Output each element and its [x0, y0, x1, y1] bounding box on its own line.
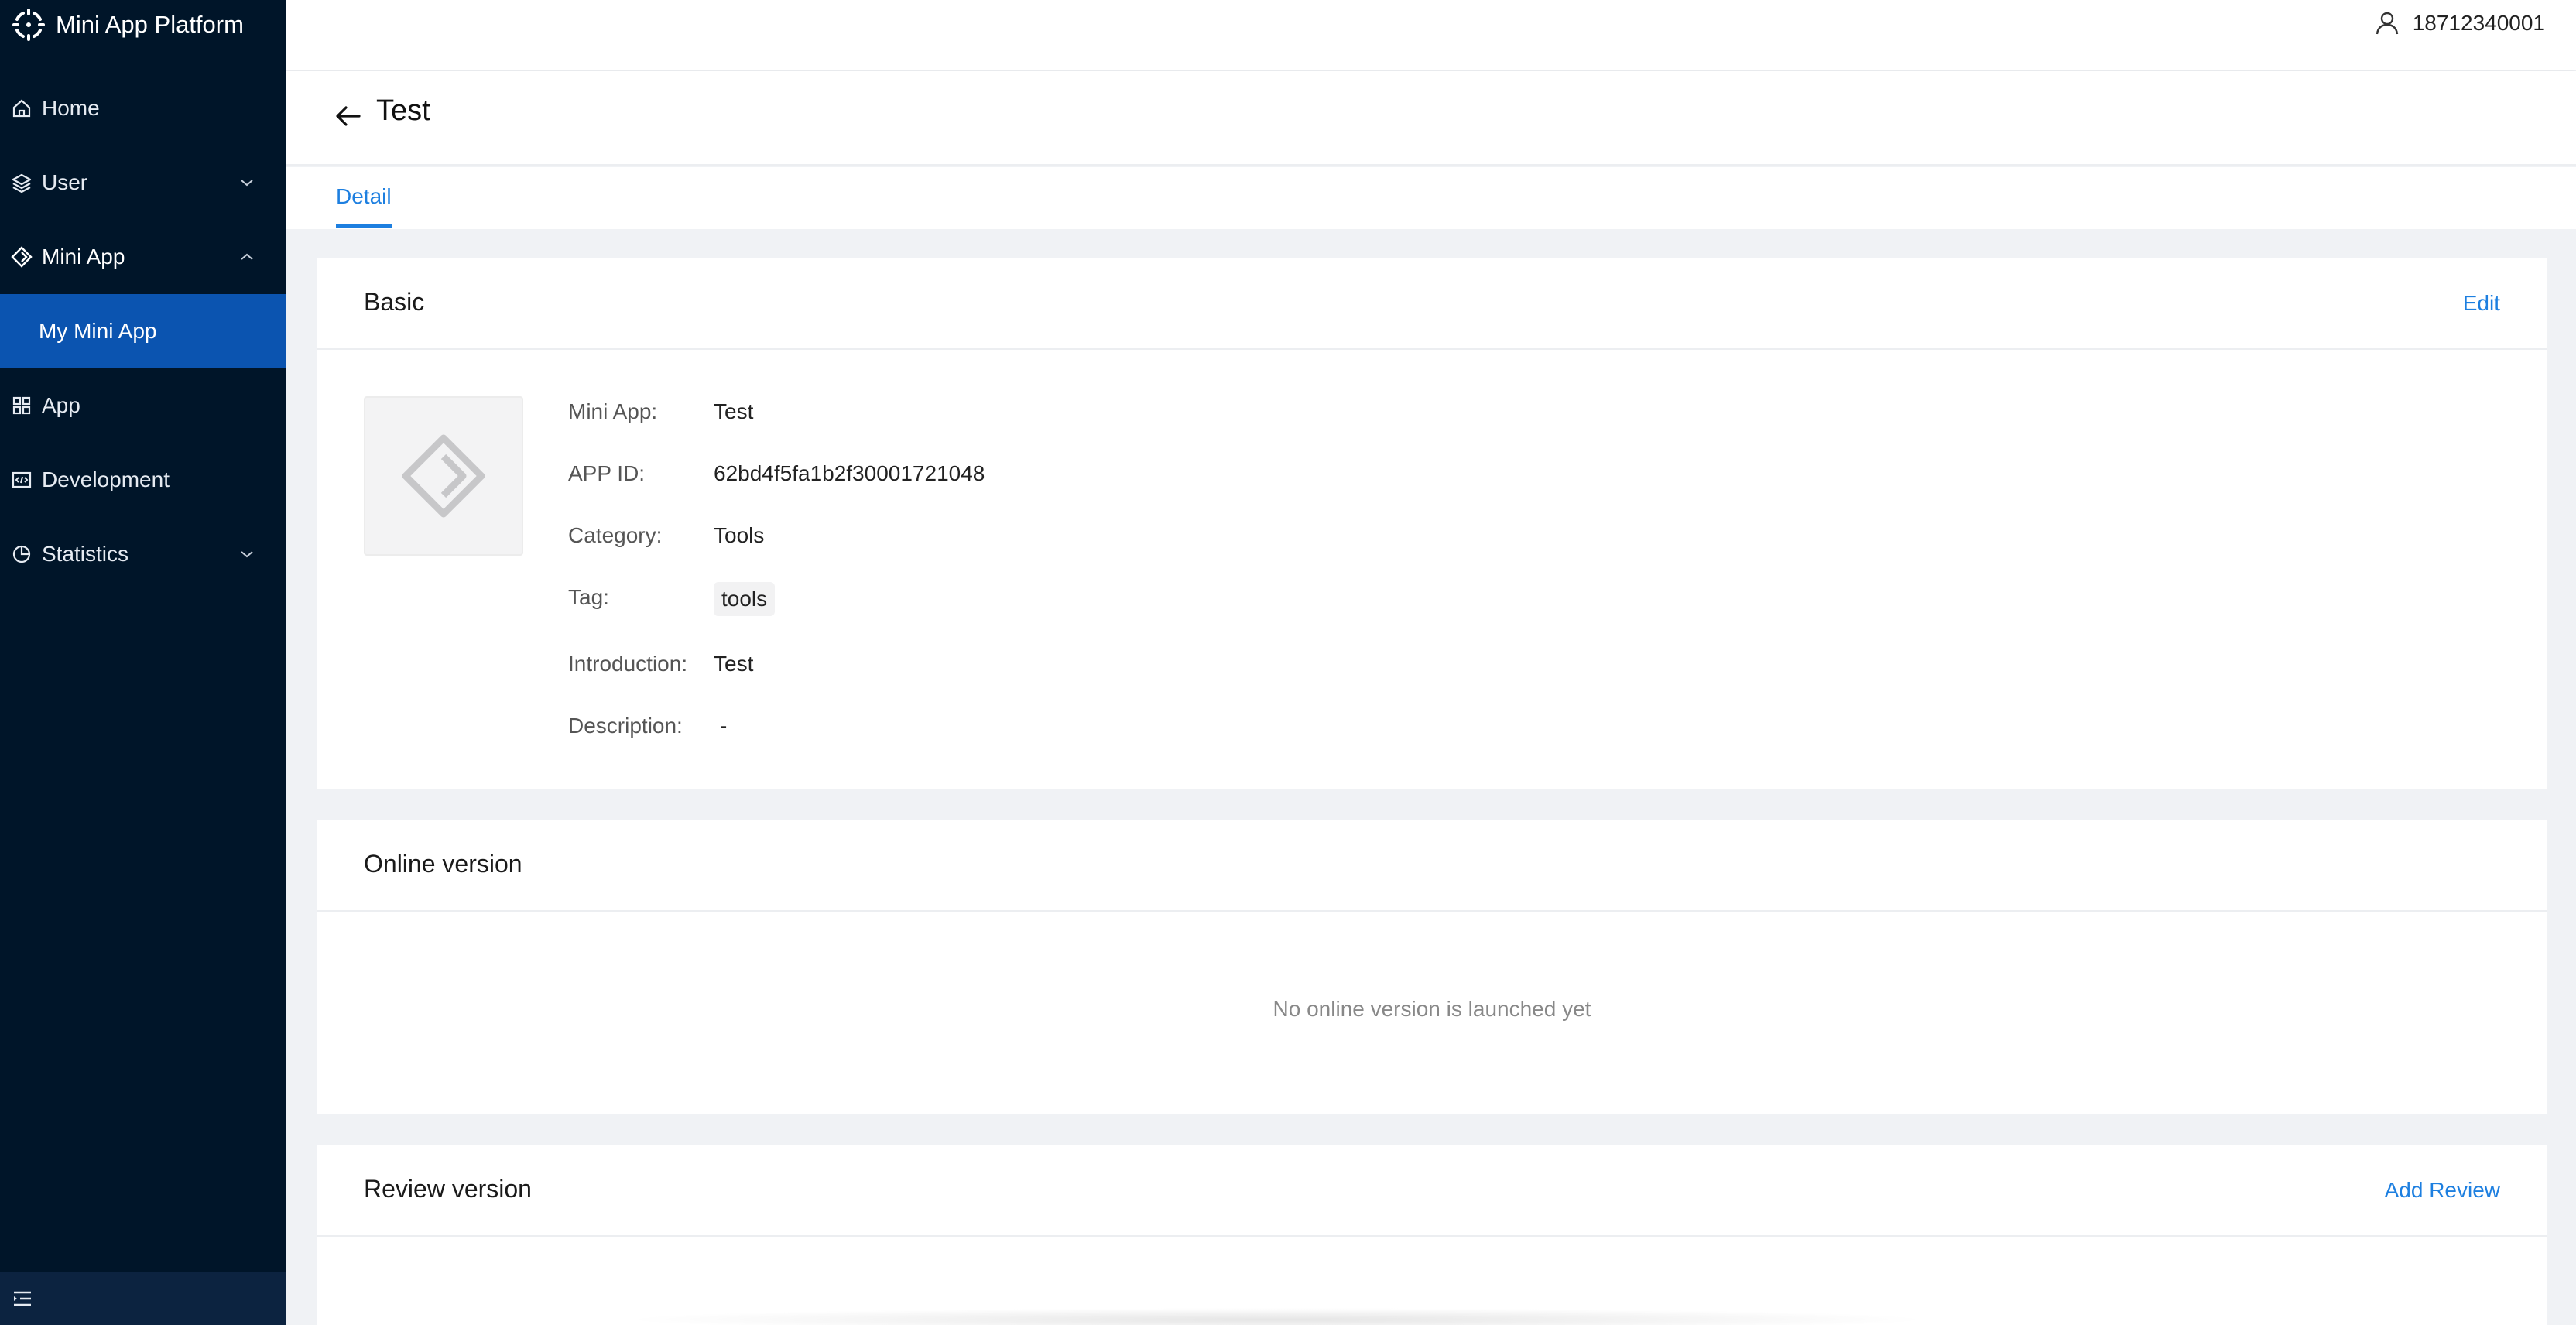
tag-chip: tools: [714, 582, 776, 616]
add-review-button[interactable]: Add Review: [2385, 1178, 2500, 1203]
arrow-left-icon[interactable]: [333, 101, 364, 132]
bottom-shadow: [619, 1308, 1935, 1325]
sidebar-item-mini-app[interactable]: Mini App: [0, 220, 286, 294]
card-header: Basic Edit: [317, 258, 2547, 350]
chevron-down-icon: [241, 551, 253, 558]
field-label-introduction: Introduction:: [568, 652, 688, 676]
card-header: Online version: [317, 820, 2547, 912]
mini-app-placeholder-icon: [402, 434, 485, 518]
diamond-icon: [11, 246, 33, 268]
sidebar-item-my-mini-app[interactable]: My Mini App: [0, 294, 286, 368]
chevron-down-icon: [241, 180, 253, 187]
field-value-description: -: [720, 714, 728, 738]
sidebar-item-home[interactable]: Home: [0, 71, 286, 146]
field-label-category: Category:: [568, 523, 663, 547]
sidebar: Mini App Platform Home User Mini App My …: [0, 0, 286, 1325]
online-version-card: Online version No online version is laun…: [317, 820, 2547, 1114]
sidebar-item-user[interactable]: User: [0, 146, 286, 220]
sidebar-item-label: App: [42, 393, 80, 417]
field-label-app-id: APP ID:: [568, 461, 646, 485]
empty-state-text: No online version is launched yet: [1273, 997, 1591, 1021]
user-phone: 18712340001: [2412, 11, 2545, 35]
field-label-tag: Tag:: [568, 585, 609, 609]
sidebar-item-label: User: [42, 170, 88, 194]
pie-chart-icon: [11, 543, 33, 565]
tabs-bar: Detail: [286, 167, 2576, 229]
home-icon: [11, 98, 33, 119]
card-title: Review version: [364, 1175, 532, 1203]
card-title: Basic: [364, 288, 425, 316]
layers-icon: [11, 172, 33, 193]
sidebar-item-label: Home: [42, 96, 100, 120]
sidebar-item-statistics[interactable]: Statistics: [0, 517, 286, 591]
brand[interactable]: Mini App Platform: [11, 6, 244, 43]
user-icon: [2376, 12, 2398, 35]
menu-fold-icon[interactable]: [11, 1287, 34, 1310]
logo-icon: [12, 9, 45, 41]
card-title: Online version: [364, 850, 522, 878]
grid-icon: [11, 395, 33, 416]
page-header: Test: [286, 71, 2576, 166]
field-value-category: Tools: [714, 523, 765, 547]
mini-app-icon: [364, 396, 523, 556]
sidebar-item-label: My Mini App: [39, 319, 157, 343]
tab-detail[interactable]: Detail: [336, 184, 392, 228]
edit-button[interactable]: Edit: [2463, 291, 2500, 316]
field-label-description: Description:: [568, 714, 683, 738]
sidebar-item-label: Mini App: [42, 245, 125, 269]
basic-card: Basic Edit Mini App: Test APP ID: 62bd4f…: [317, 258, 2547, 789]
brand-name: Mini App Platform: [56, 11, 244, 38]
code-icon: [11, 469, 33, 491]
field-value-introduction: Test: [714, 652, 754, 676]
sidebar-item-label: Statistics: [42, 542, 129, 566]
sidebar-collapse-bar[interactable]: [0, 1272, 286, 1325]
field-label-mini-app: Mini App:: [568, 399, 658, 423]
sidebar-item-app[interactable]: App: [0, 368, 286, 443]
user-menu[interactable]: 18712340001: [2374, 6, 2545, 40]
field-value-mini-app: Test: [714, 399, 754, 423]
review-version-card: Review version Add Review: [317, 1145, 2547, 1325]
field-value-app-id: 62bd4f5fa1b2f30001721048: [714, 461, 985, 485]
card-header: Review version Add Review: [317, 1145, 2547, 1237]
sidebar-item-label: Development: [42, 467, 170, 491]
sidebar-item-development[interactable]: Development: [0, 443, 286, 517]
chevron-up-icon: [241, 253, 253, 260]
page-title: Test: [376, 94, 430, 127]
top-header: 18712340001: [286, 0, 2576, 70]
